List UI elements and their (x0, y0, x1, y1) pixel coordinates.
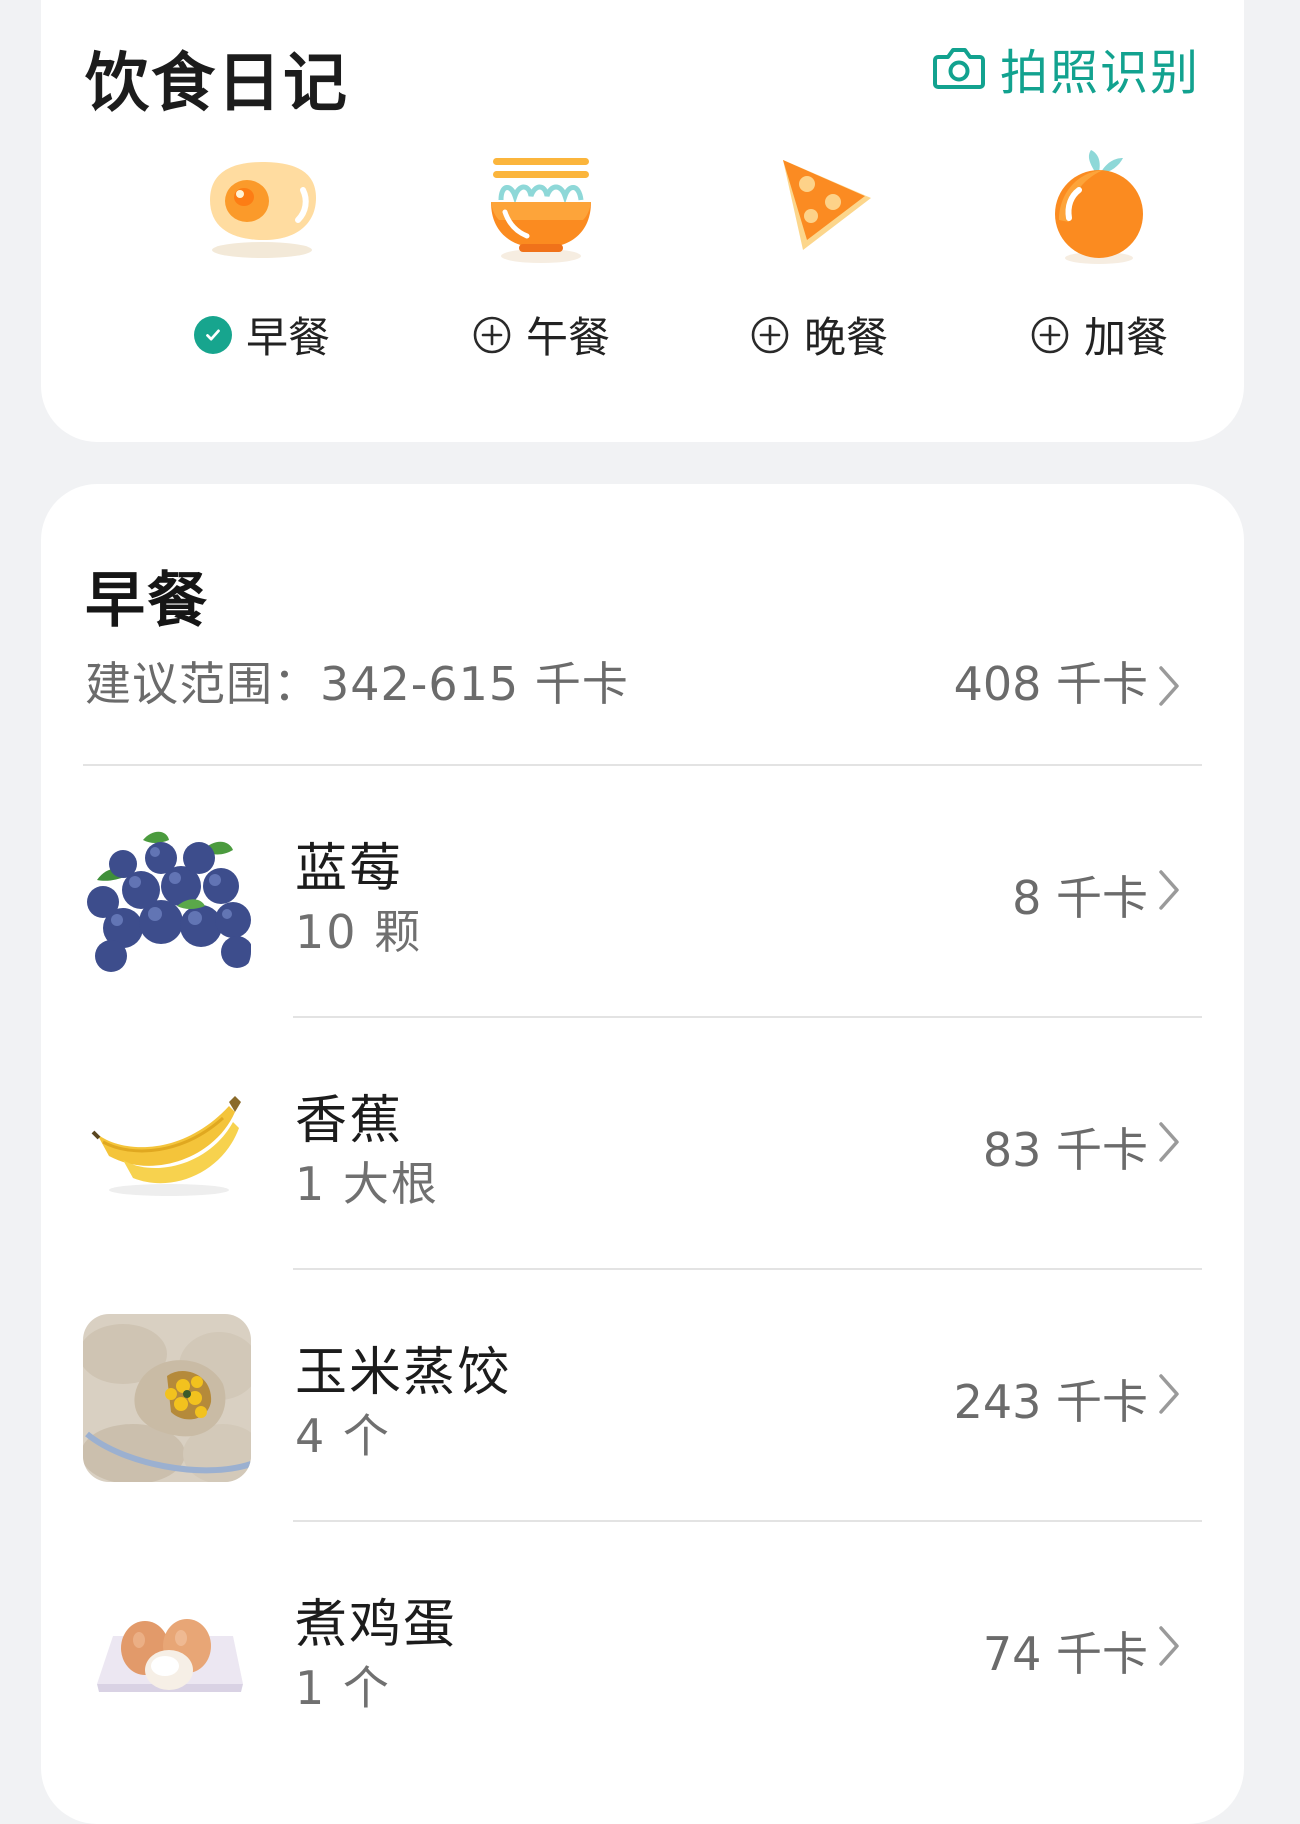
food-kcal: 83 千卡 (982, 1123, 1148, 1177)
photo-recognize-label: 拍照识别 (999, 45, 1200, 101)
food-row[interactable]: 玉米蒸饺 4 个 243 千卡 (41, 1270, 1244, 1522)
meal-type-label: 午餐 (525, 313, 610, 362)
banana-photo (83, 1062, 251, 1230)
food-kcal: 8 千卡 (1012, 871, 1148, 925)
pizza-slice-icon (783, 160, 871, 250)
chevron-right-icon (1159, 1122, 1179, 1162)
camera-icon (932, 48, 985, 89)
food-row[interactable]: 香蕉 1 大根 83 千卡 (41, 1018, 1244, 1270)
food-amount: 1 大根 (295, 1157, 439, 1211)
meal-title: 早餐 (85, 566, 209, 636)
add-circle-icon (1031, 316, 1069, 353)
blueberries-photo (83, 810, 251, 978)
chevron-right-icon[interactable] (1156, 664, 1182, 708)
boiled-eggs-photo (83, 1566, 251, 1734)
checked-icon (193, 315, 232, 354)
meal-type-lunch[interactable]: 午餐 (441, 140, 641, 370)
meal-type-row: 早餐 午餐 晚餐 加餐 (41, 140, 1244, 380)
meal-type-label: 加餐 (1083, 313, 1168, 362)
food-name: 玉米蒸饺 (295, 1343, 512, 1403)
recommended-range: 建议范围：342-615 千卡 (85, 657, 629, 711)
diet-diary-card: 饮食日记 拍照识别 早餐 午餐 晚餐 加餐 (41, 0, 1244, 442)
food-row[interactable]: 蓝莓 10 颗 8 千卡 (41, 766, 1244, 1018)
noodle-bowl-icon (491, 158, 591, 263)
meal-type-dinner[interactable]: 晚餐 (719, 140, 919, 370)
food-row[interactable]: 煮鸡蛋 1 个 74 千卡 (41, 1522, 1244, 1774)
food-name: 香蕉 (295, 1091, 404, 1151)
meal-type-label: 早餐 (245, 313, 330, 362)
food-amount: 10 颗 (295, 905, 423, 959)
chevron-right-icon (1159, 1374, 1179, 1414)
page-title: 饮食日记 (85, 47, 349, 121)
add-circle-icon (751, 316, 789, 353)
corn-dumplings-photo (83, 1314, 251, 1482)
meal-type-breakfast[interactable]: 早餐 (162, 140, 362, 370)
chevron-right-icon (1159, 1626, 1179, 1666)
food-kcal: 74 千卡 (982, 1627, 1148, 1681)
egg-icon (210, 162, 316, 258)
food-name: 煮鸡蛋 (295, 1595, 458, 1655)
food-name: 蓝莓 (295, 839, 404, 899)
meal-total-kcal[interactable]: 408 千卡 (954, 648, 1148, 714)
food-amount: 4 个 (295, 1409, 391, 1463)
meal-type-snack[interactable]: 加餐 (999, 140, 1199, 370)
chevron-right-icon (1159, 870, 1179, 910)
food-kcal: 243 千卡 (953, 1375, 1148, 1429)
orange-fruit-icon (1055, 150, 1143, 264)
meal-detail-card: 早餐 建议范围：342-615 千卡 408 千卡 蓝莓 10 颗 8 千卡 香… (41, 484, 1244, 1824)
food-amount: 1 个 (295, 1661, 391, 1715)
photo-recognize-button[interactable]: 拍照识别 (932, 38, 1200, 101)
meal-type-label: 晚餐 (803, 313, 888, 362)
add-circle-icon (473, 316, 511, 353)
